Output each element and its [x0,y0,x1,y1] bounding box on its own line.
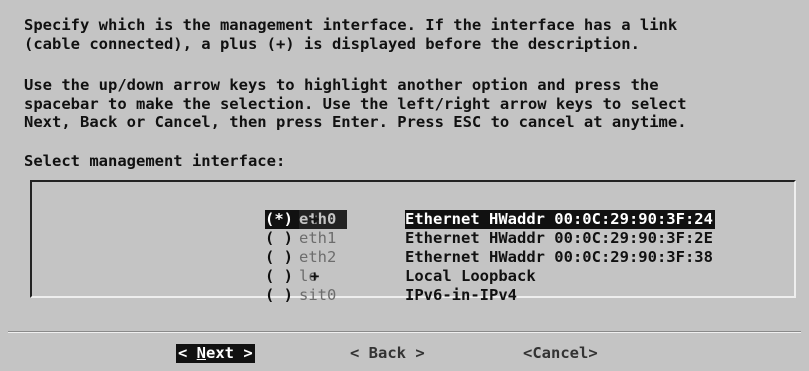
installer-dialog: Specify which is the management interfac… [0,0,809,371]
next-hotkey: N [196,344,207,362]
select-label: Select management interface: [24,152,286,170]
option-lo[interactable]: ( ) lo + Local Loopback [209,248,536,285]
radio-button[interactable]: ( ) [265,286,299,305]
interface-description: IPv6-in-IPv4 [405,286,517,304]
interface-listbox[interactable]: (*) eth0 + Ethernet HWaddr 00:0C:29:90:3F:2… [30,180,796,304]
cancel-button[interactable]: <Cancel> [523,344,598,363]
next-prefix: < [178,344,197,362]
instruction-line: Specify which is the management interfac… [24,16,678,34]
next-rest: ext > [206,344,253,362]
instructions-paragraph-2: Use the up/down arrow keys to highlight … [24,76,687,132]
instruction-line: Use the up/down arrow keys to highlight … [24,76,659,94]
device-name: sit0 [299,286,337,304]
instruction-line: (cable connected), a plus (+) is display… [24,34,640,53]
next-button[interactable]: < Next > [176,344,255,363]
option-eth0[interactable]: (*) eth0 + Ethernet HWaddr 00:0C:29:90:3F:2… [209,191,715,229]
option-sit0[interactable]: ( ) sit0 IPv6-in-IPv4 [209,267,517,304]
instructions-paragraph-1: Specify which is the management interfac… [24,16,677,53]
button-bar: < Next > < Back > <Cancel> [0,334,809,371]
divider [8,331,801,333]
instruction-line: spacebar to make the selection. Use the … [24,94,687,113]
option-eth1[interactable]: ( ) eth1 Ethernet HWaddr 00:0C:29:90:3F:2E [209,210,713,247]
option-eth2[interactable]: ( ) eth2 Ethernet HWaddr 00:0C:29:90:3F:38 [209,229,713,266]
instruction-line: Next, Back or Cancel, then press Enter. … [24,113,687,131]
back-button[interactable]: < Back > [350,344,425,363]
